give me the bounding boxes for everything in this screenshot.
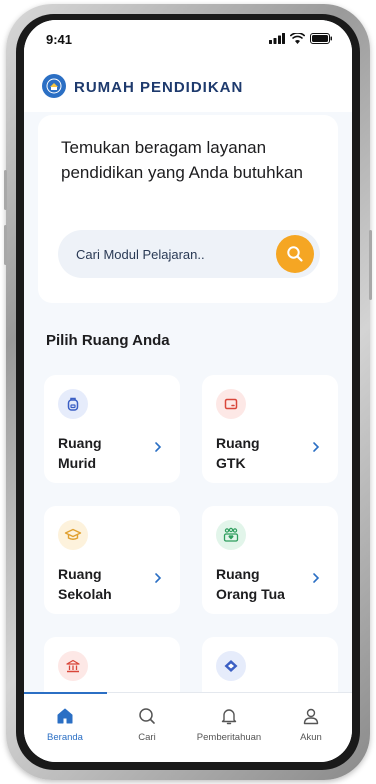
tile-ruang-gtk[interactable]: Ruang GTK [202,375,338,483]
nav-item-cari[interactable]: Cari [106,705,188,751]
chevron-right-icon [313,442,320,452]
signal-icon [269,32,285,44]
wifi-icon [290,32,305,44]
search-button[interactable] [276,235,314,273]
handshake-icon [216,651,246,681]
hero-title: Temukan beragam layanan pendidikan yang … [61,138,303,182]
nav-active-indicator [24,692,107,694]
search-input[interactable] [76,230,266,278]
tile-label: Ruang Orang Tua [216,564,306,604]
chevron-right-icon [155,573,162,583]
bottom-nav: Beranda Cari Pemberitahuan Akun [24,692,352,762]
family-icon [216,520,246,550]
user-icon [303,708,319,725]
tile-label-line1: Ruang [216,435,260,451]
tile-label: Ruang Murid [58,433,148,473]
search-icon [139,708,155,724]
nav-item-pemberitahuan[interactable]: Pemberitahuan [188,705,270,751]
tile-label-line2: Murid [58,455,97,471]
nav-label: Cari [138,732,156,743]
search-box [58,230,320,278]
tile-label: Ruang Sekolah [58,564,148,604]
chevron-right-icon [313,573,320,583]
logo-icon [42,74,66,98]
tile-ruang-orang-tua[interactable]: Ruang Orang Tua [202,506,338,614]
building-icon [58,651,88,681]
hero-card: Temukan beragam layanan pendidikan yang … [38,115,338,303]
status-bar: 9:41 [24,20,352,60]
tile-label: Ruang GTK [216,433,306,473]
tile-label-line2: Orang Tua [216,586,285,602]
section-title: Pilih Ruang Anda [46,332,170,349]
battery-icon [310,32,332,44]
tile-label-line1: Ruang [58,566,102,582]
nav-label: Beranda [47,732,83,743]
tile-label-line2: Sekolah [58,586,112,602]
nav-label: Akun [300,732,322,743]
power-button [369,230,372,300]
tile-label-line1: Ruang [216,566,260,582]
nav-label: Pemberitahuan [196,732,262,743]
search-icon [287,246,303,262]
bell-icon [221,709,237,725]
home-icon [57,708,73,724]
nav-item-beranda[interactable]: Beranda [24,705,106,751]
status-icons [269,32,332,44]
graduation-cap-icon [58,520,88,550]
volume-button [4,225,7,265]
volume-button [4,170,7,210]
chevron-right-icon [155,442,162,452]
board-icon [216,389,246,419]
app-screen: 9:41 RUMAH PENDIDIKAN Temukan beragam la… [24,20,352,762]
nav-item-akun[interactable]: Akun [270,705,352,751]
status-time: 9:41 [46,32,73,47]
tile-label-line2: GTK [216,455,246,471]
app-header: RUMAH PENDIDIKAN [24,60,352,112]
backpack-icon [58,389,88,419]
app-logo-text: RUMAH PENDIDIKAN [74,79,244,96]
tile-ruang-murid[interactable]: Ruang Murid [44,375,180,483]
tile-ruang-sekolah[interactable]: Ruang Sekolah [44,506,180,614]
tile-label-line1: Ruang [58,435,102,451]
